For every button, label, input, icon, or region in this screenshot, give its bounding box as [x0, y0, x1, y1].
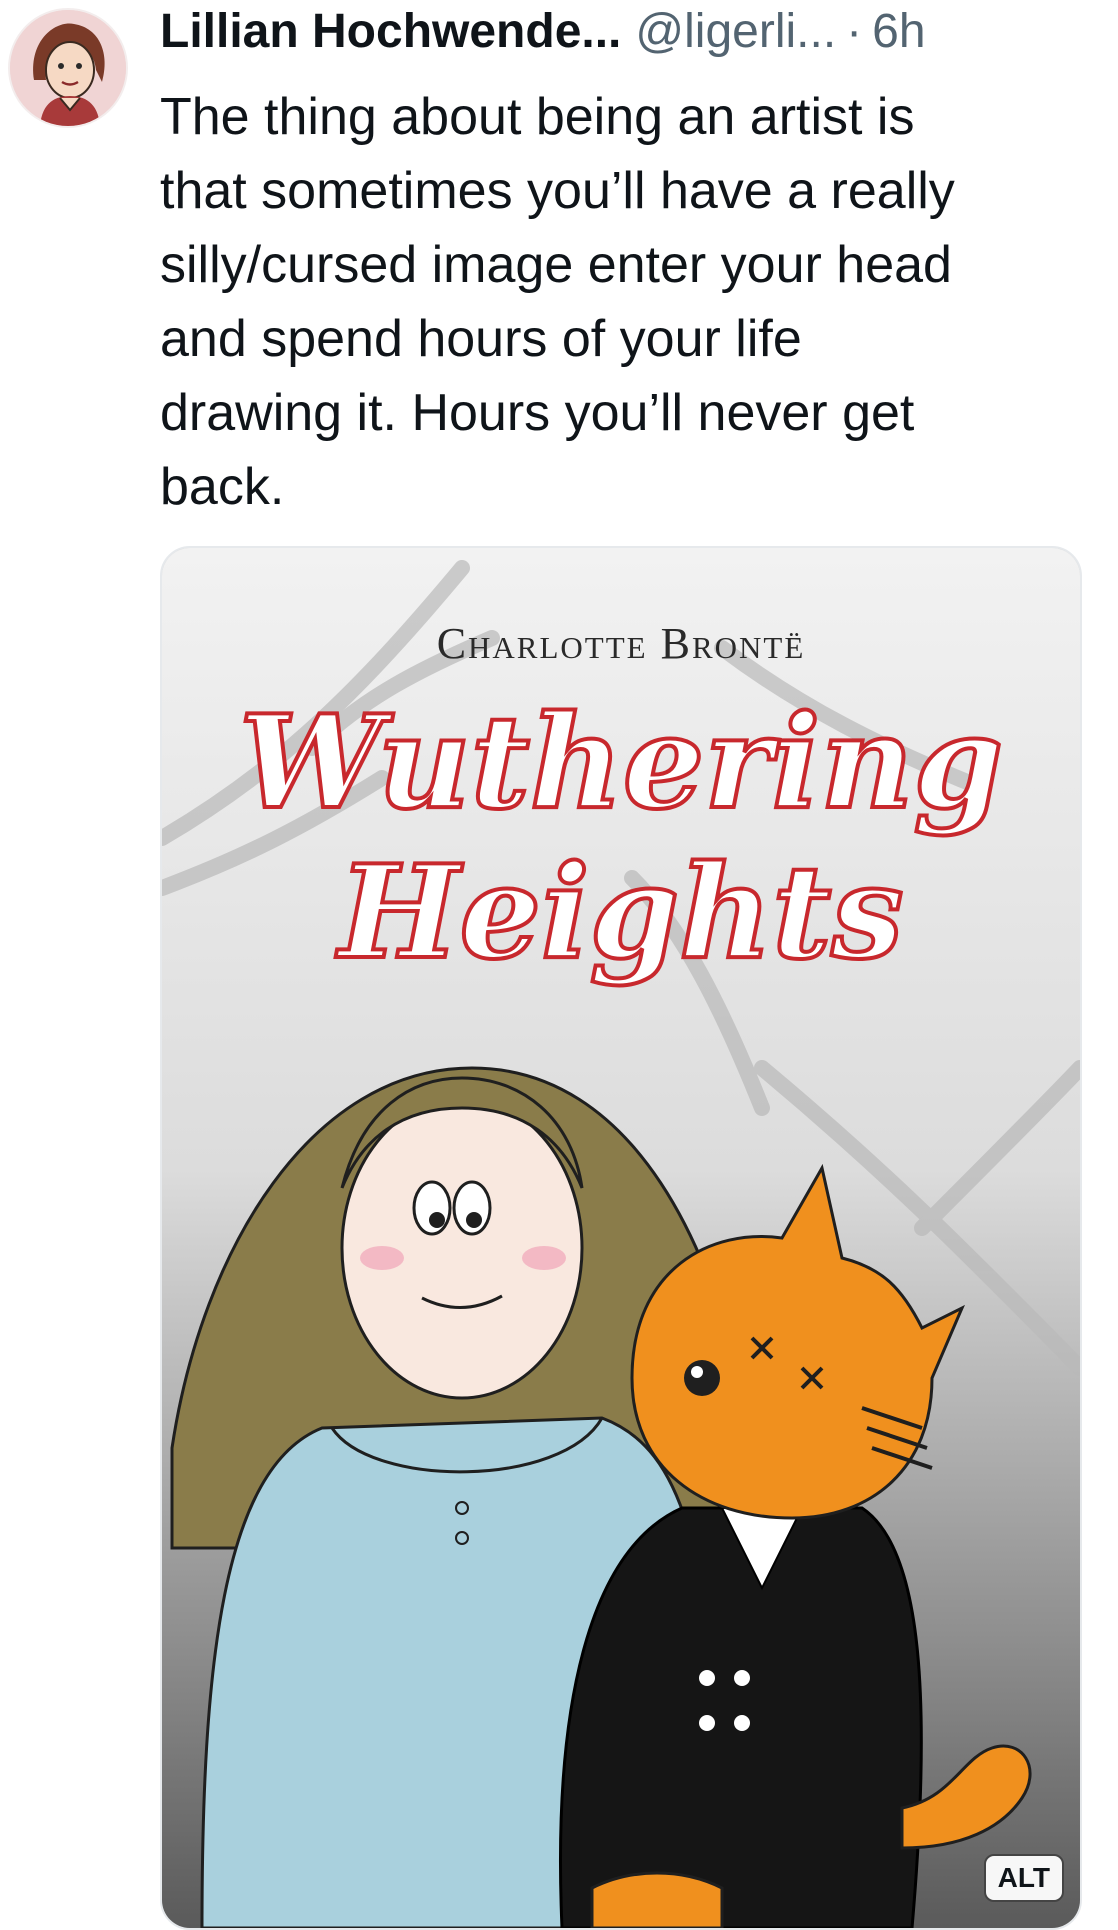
- avatar-illustration-icon: [10, 10, 126, 126]
- post-header: Lillian Hochwende... @ligerli... · 6h: [160, 0, 1100, 64]
- avatar[interactable]: [8, 8, 128, 128]
- cover-author: Charlotte Brontë: [436, 619, 806, 668]
- user-handle[interactable]: @ligerli...: [635, 2, 836, 62]
- post-timestamp[interactable]: 6h: [872, 2, 925, 62]
- separator-dot: ·: [846, 5, 863, 58]
- post-media-image[interactable]: Charlotte Brontë Wuthering Heights ALT: [160, 546, 1082, 1930]
- post-text: The thing about being an artist is that …: [160, 88, 955, 516]
- post: Lillian Hochwende... @ligerli... · 6h Th…: [0, 0, 1118, 1930]
- display-name[interactable]: Lillian Hochwende...: [160, 2, 621, 62]
- alt-text-button[interactable]: ALT: [983, 1854, 1064, 1902]
- cover-title: Wuthering Heights: [237, 686, 1005, 990]
